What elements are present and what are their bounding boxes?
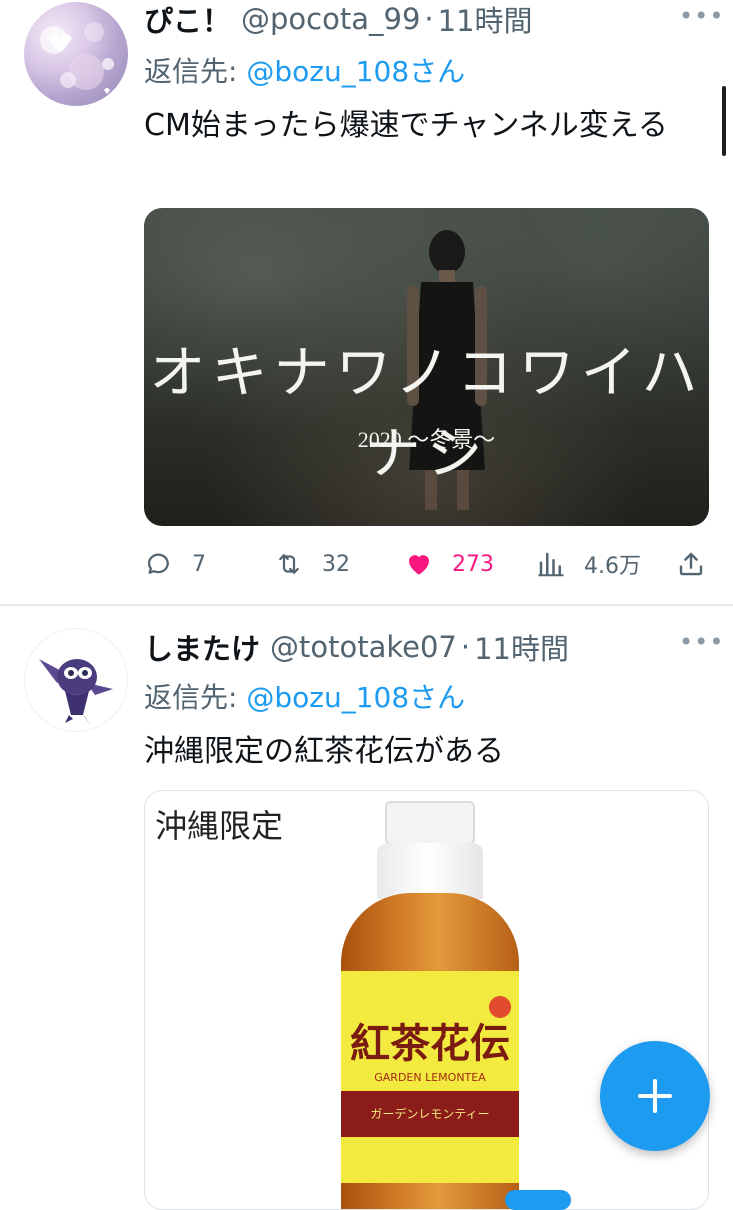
retweet-button[interactable]: 32: [274, 542, 350, 586]
retweet-count: 32: [322, 551, 350, 577]
display-name[interactable]: しまたけ: [144, 626, 260, 668]
media-title: オキナワノコワイハナシ: [149, 341, 704, 487]
avatar[interactable]: [24, 628, 128, 732]
retweet-icon: [279, 554, 299, 574]
timestamp[interactable]: 11時間: [438, 0, 533, 40]
like-button[interactable]: 273: [404, 542, 494, 586]
views-count: 4.6万: [584, 554, 641, 579]
user-handle[interactable]: @tototake07: [270, 630, 457, 664]
bottle-brand: 紅茶花伝: [350, 1020, 510, 1067]
separator-dot: ·: [424, 2, 434, 36]
reply-prefix: 返信先:: [144, 681, 247, 714]
tweet[interactable]: ぴこ！ @pocota_99 · 11時間 ••• 返信先: @bozu_108…: [0, 0, 733, 604]
media-label: 沖縄限定: [155, 807, 284, 845]
new-posts-pill[interactable]: [505, 1190, 571, 1210]
bottle-cap: [385, 801, 475, 845]
reply-context: 返信先: @bozu_108さん: [144, 676, 465, 716]
share-upload-icon: [679, 552, 703, 576]
tea-bottle: 紅茶花伝 GARDEN LEMONTEA ガーデンレモンティー: [341, 801, 519, 1209]
analytics-bars-icon: [538, 552, 564, 577]
bottle-neck: [377, 843, 483, 899]
tweet-text: 沖縄限定の紅茶花伝がある: [144, 734, 504, 769]
share-button[interactable]: [676, 542, 706, 586]
tweet-media-image[interactable]: オキナワノコワイハナシ 2020 〜冬景〜: [144, 208, 709, 526]
separator-dot: ·: [460, 630, 471, 664]
plus-icon: [638, 1079, 672, 1113]
views-button[interactable]: 4.6万: [536, 542, 641, 586]
avatar-image: [40, 22, 114, 94]
compose-button[interactable]: [600, 1041, 710, 1151]
more-horizontal-icon[interactable]: •••: [679, 2, 723, 30]
bottle-band: ガーデンレモンティー: [341, 1091, 519, 1137]
timestamp[interactable]: 11時間: [474, 626, 569, 668]
tweet-header: しまたけ @tototake07 · 11時間: [144, 628, 569, 666]
reply-prefix: 返信先:: [144, 55, 247, 88]
more-horizontal-icon[interactable]: •••: [679, 628, 723, 656]
tweet-text: CM始まったら爆速でチャンネル変える: [144, 108, 668, 143]
media-subtitle: 2020 〜冬景〜: [357, 427, 496, 452]
bottle-subtext: GARDEN LEMONTEA: [374, 1071, 486, 1084]
reply-mention-link[interactable]: @bozu_108さん: [246, 681, 465, 714]
avatar[interactable]: [24, 2, 128, 106]
reply-button[interactable]: 7: [144, 542, 206, 586]
like-count: 273: [452, 551, 494, 577]
tweet-header: ぴこ！ @pocota_99 · 11時間: [144, 0, 533, 38]
scrollbar[interactable]: [722, 86, 726, 156]
user-handle[interactable]: @pocota_99: [241, 2, 420, 36]
reply-bubble-icon: [147, 553, 169, 574]
avatar-image: [39, 659, 113, 725]
reply-context: 返信先: @bozu_108さん: [144, 50, 465, 90]
display-name[interactable]: ぴこ！: [144, 0, 231, 40]
tweet-media-image[interactable]: 沖縄限定 紅茶花伝 GARDEN LEMONTEA ガーデンレモンティー: [144, 790, 709, 1210]
reply-mention-link[interactable]: @bozu_108さん: [246, 55, 465, 88]
heart-filled-icon: [409, 555, 429, 575]
reply-count: 7: [192, 551, 206, 577]
tweet-actions: 7 32 273 4.6万: [144, 542, 714, 586]
